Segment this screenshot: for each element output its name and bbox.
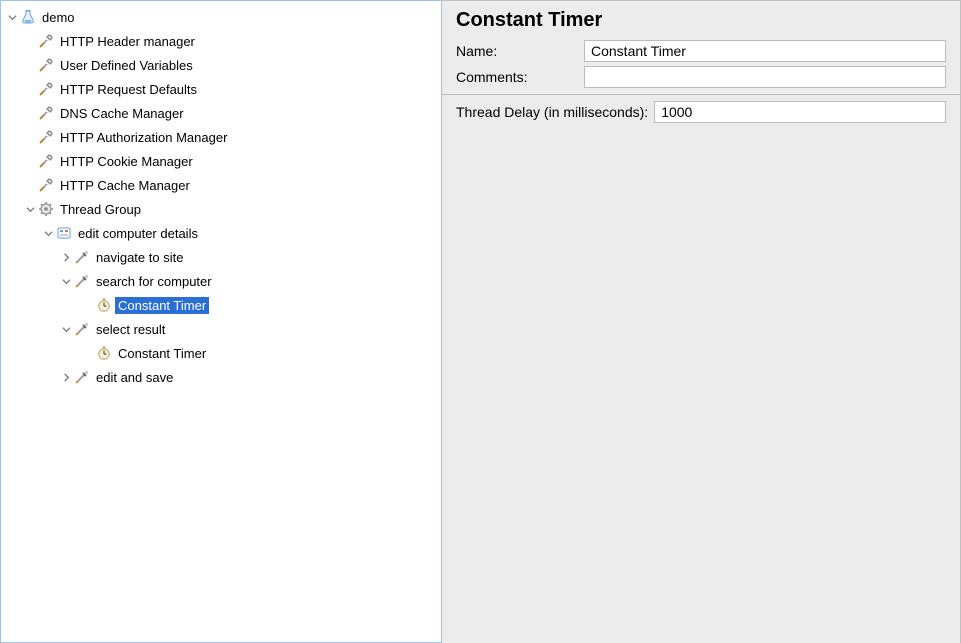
chevron-right-icon[interactable] bbox=[59, 370, 73, 384]
thread-delay-input[interactable] bbox=[654, 101, 946, 123]
tree-label: Thread Group bbox=[57, 201, 144, 218]
tree-item-demo[interactable]: demo bbox=[1, 5, 441, 29]
chevron-down-icon[interactable] bbox=[59, 322, 73, 336]
tree-item-http-header-manager[interactable]: • HTTP Header manager bbox=[1, 29, 441, 53]
tree-item-dns-cache-manager[interactable]: • DNS Cache Manager bbox=[1, 101, 441, 125]
sampler-icon bbox=[73, 248, 91, 266]
name-input[interactable] bbox=[584, 40, 946, 62]
chevron-right-icon[interactable] bbox=[59, 250, 73, 264]
tree-item-select-result[interactable]: select result bbox=[1, 317, 441, 341]
timer-icon bbox=[95, 296, 113, 314]
tree-label: search for computer bbox=[93, 273, 215, 290]
tree-label: HTTP Header manager bbox=[57, 33, 198, 50]
tree-item-navigate-to-site[interactable]: navigate to site bbox=[1, 245, 441, 269]
wrench-icon bbox=[37, 128, 55, 146]
tree-item-edit-and-save[interactable]: edit and save bbox=[1, 365, 441, 389]
tree-label: User Defined Variables bbox=[57, 57, 196, 74]
tree-label: DNS Cache Manager bbox=[57, 105, 187, 122]
chevron-down-icon[interactable] bbox=[23, 202, 37, 216]
tree-label: HTTP Cache Manager bbox=[57, 177, 193, 194]
sampler-icon bbox=[73, 368, 91, 386]
tree-label: HTTP Cookie Manager bbox=[57, 153, 196, 170]
wrench-icon bbox=[37, 152, 55, 170]
comments-label: Comments: bbox=[456, 69, 584, 85]
tree-label: HTTP Request Defaults bbox=[57, 81, 200, 98]
comments-input[interactable] bbox=[584, 66, 946, 88]
gear-icon bbox=[37, 200, 55, 218]
wrench-icon bbox=[37, 32, 55, 50]
tree-item-user-defined-variables[interactable]: • User Defined Variables bbox=[1, 53, 441, 77]
tree-panel[interactable]: demo • HTTP Header manager • bbox=[0, 0, 442, 643]
tree-item-http-cache-manager[interactable]: • HTTP Cache Manager bbox=[1, 173, 441, 197]
name-label: Name: bbox=[456, 43, 584, 59]
tree-item-thread-group[interactable]: Thread Group bbox=[1, 197, 441, 221]
tree-item-http-cookie-manager[interactable]: • HTTP Cookie Manager bbox=[1, 149, 441, 173]
tree-label: HTTP Authorization Manager bbox=[57, 129, 230, 146]
wrench-icon bbox=[37, 104, 55, 122]
tree-label: Constant Timer bbox=[115, 345, 209, 362]
tree-item-constant-timer-selected[interactable]: Constant Timer bbox=[1, 293, 441, 317]
tree-item-edit-computer-details[interactable]: edit computer details bbox=[1, 221, 441, 245]
tree-label: demo bbox=[39, 9, 78, 26]
details-panel: Constant Timer Name: Comments: Thread De… bbox=[442, 0, 961, 643]
wrench-icon bbox=[37, 56, 55, 74]
controller-icon bbox=[55, 224, 73, 242]
tree-item-search-for-computer[interactable]: search for computer bbox=[1, 269, 441, 293]
tree-label: edit computer details bbox=[75, 225, 201, 242]
chevron-down-icon[interactable] bbox=[5, 10, 19, 24]
tree-label: edit and save bbox=[93, 369, 176, 386]
details-title: Constant Timer bbox=[442, 1, 960, 38]
wrench-icon bbox=[37, 176, 55, 194]
timer-icon bbox=[95, 344, 113, 362]
tree-label: Constant Timer bbox=[115, 297, 209, 314]
chevron-down-icon[interactable] bbox=[41, 226, 55, 240]
wrench-icon bbox=[37, 80, 55, 98]
divider bbox=[442, 94, 960, 95]
tree-item-http-request-defaults[interactable]: • HTTP Request Defaults bbox=[1, 77, 441, 101]
chevron-down-icon[interactable] bbox=[59, 274, 73, 288]
tree-item-constant-timer[interactable]: Constant Timer bbox=[1, 341, 441, 365]
delay-label: Thread Delay (in milliseconds): bbox=[456, 104, 648, 120]
sampler-icon bbox=[73, 272, 91, 290]
tree-label: select result bbox=[93, 321, 168, 338]
flask-icon bbox=[19, 8, 37, 26]
tree-label: navigate to site bbox=[93, 249, 186, 266]
tree-item-http-authorization-manager[interactable]: • HTTP Authorization Manager bbox=[1, 125, 441, 149]
sampler-icon bbox=[73, 320, 91, 338]
